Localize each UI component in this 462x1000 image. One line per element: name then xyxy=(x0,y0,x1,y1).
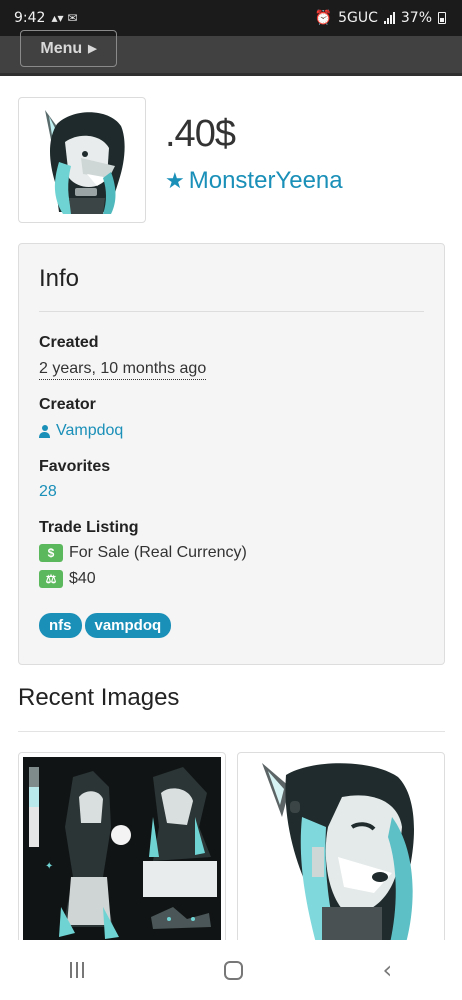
signal-icon xyxy=(383,12,395,24)
caret-right-icon: ▶ xyxy=(88,43,97,55)
creator-name: Vampdoq xyxy=(56,422,124,439)
creator-link[interactable]: Vampdoq xyxy=(39,422,123,440)
status-left: 9:42 ▴▾ ✉ xyxy=(14,10,77,26)
owner-link[interactable]: ★ MonsterYeena xyxy=(165,167,343,195)
headshot-image xyxy=(242,757,440,947)
tag-vampdoq[interactable]: vampdoq xyxy=(84,613,172,638)
trade-price: $40 xyxy=(69,570,96,587)
dollar-sign: $ xyxy=(47,546,55,560)
back-icon[interactable]: ‹ xyxy=(382,956,392,984)
android-nav-bar: ‹ xyxy=(0,940,462,1000)
alarm-icon: ⏰ xyxy=(314,10,333,26)
status-right: ⏰ 5GUC 37% xyxy=(315,10,446,26)
user-icon xyxy=(39,424,50,438)
trade-status-row: $ For Sale (Real Currency) xyxy=(39,544,247,562)
created-time: 2 years, 10 months ago xyxy=(39,360,207,380)
recent-images-title: Recent Images xyxy=(18,684,180,711)
menu-button-label: Menu xyxy=(40,39,83,57)
network-type: 5GUC xyxy=(338,10,378,26)
favorites-label: Favorites xyxy=(39,458,111,475)
recent-image-thumbnail[interactable] xyxy=(237,752,445,952)
scale-icon: ⚖ xyxy=(39,570,63,588)
notification-icons: ▴▾ ✉ xyxy=(51,11,78,25)
creator-label: Creator xyxy=(39,396,96,413)
trade-label: Trade Listing xyxy=(39,519,139,536)
recent-divider xyxy=(18,731,445,732)
top-navbar: Menu ▶ xyxy=(0,30,462,76)
created-label: Created xyxy=(39,334,99,351)
character-name: .40$ xyxy=(165,113,236,155)
character-avatar[interactable] xyxy=(18,97,146,223)
status-time: 9:42 xyxy=(14,10,46,26)
star-icon: ★ xyxy=(165,168,185,193)
favorites-count: 28 xyxy=(39,483,57,500)
battery-icon xyxy=(438,12,446,24)
tag-nfs[interactable]: nfs xyxy=(39,613,82,638)
avatar-illustration xyxy=(23,102,141,218)
recent-apps-icon[interactable] xyxy=(69,962,84,978)
menu-button[interactable]: Menu ▶ xyxy=(20,30,117,67)
recent-image-thumbnail[interactable]: ✦ xyxy=(18,752,226,952)
home-icon[interactable] xyxy=(223,960,243,980)
favorites-link[interactable]: 28 xyxy=(39,483,57,501)
created-value: 2 years, 10 months ago xyxy=(39,360,207,380)
info-panel: Info Created 2 years, 10 months ago Crea… xyxy=(18,243,445,665)
svg-text:✦: ✦ xyxy=(45,861,53,872)
tag-list: nfs vampdoq xyxy=(39,613,172,638)
owner-name: MonsterYeena xyxy=(188,167,343,194)
reference-sheet-image: ✦ xyxy=(23,757,221,947)
info-divider xyxy=(39,311,424,312)
info-title: Info xyxy=(39,265,80,292)
battery-percent: 37% xyxy=(400,10,432,26)
dollar-icon: $ xyxy=(39,544,63,562)
trade-status: For Sale (Real Currency) xyxy=(69,544,247,561)
trade-price-row: ⚖ $40 xyxy=(39,570,96,588)
